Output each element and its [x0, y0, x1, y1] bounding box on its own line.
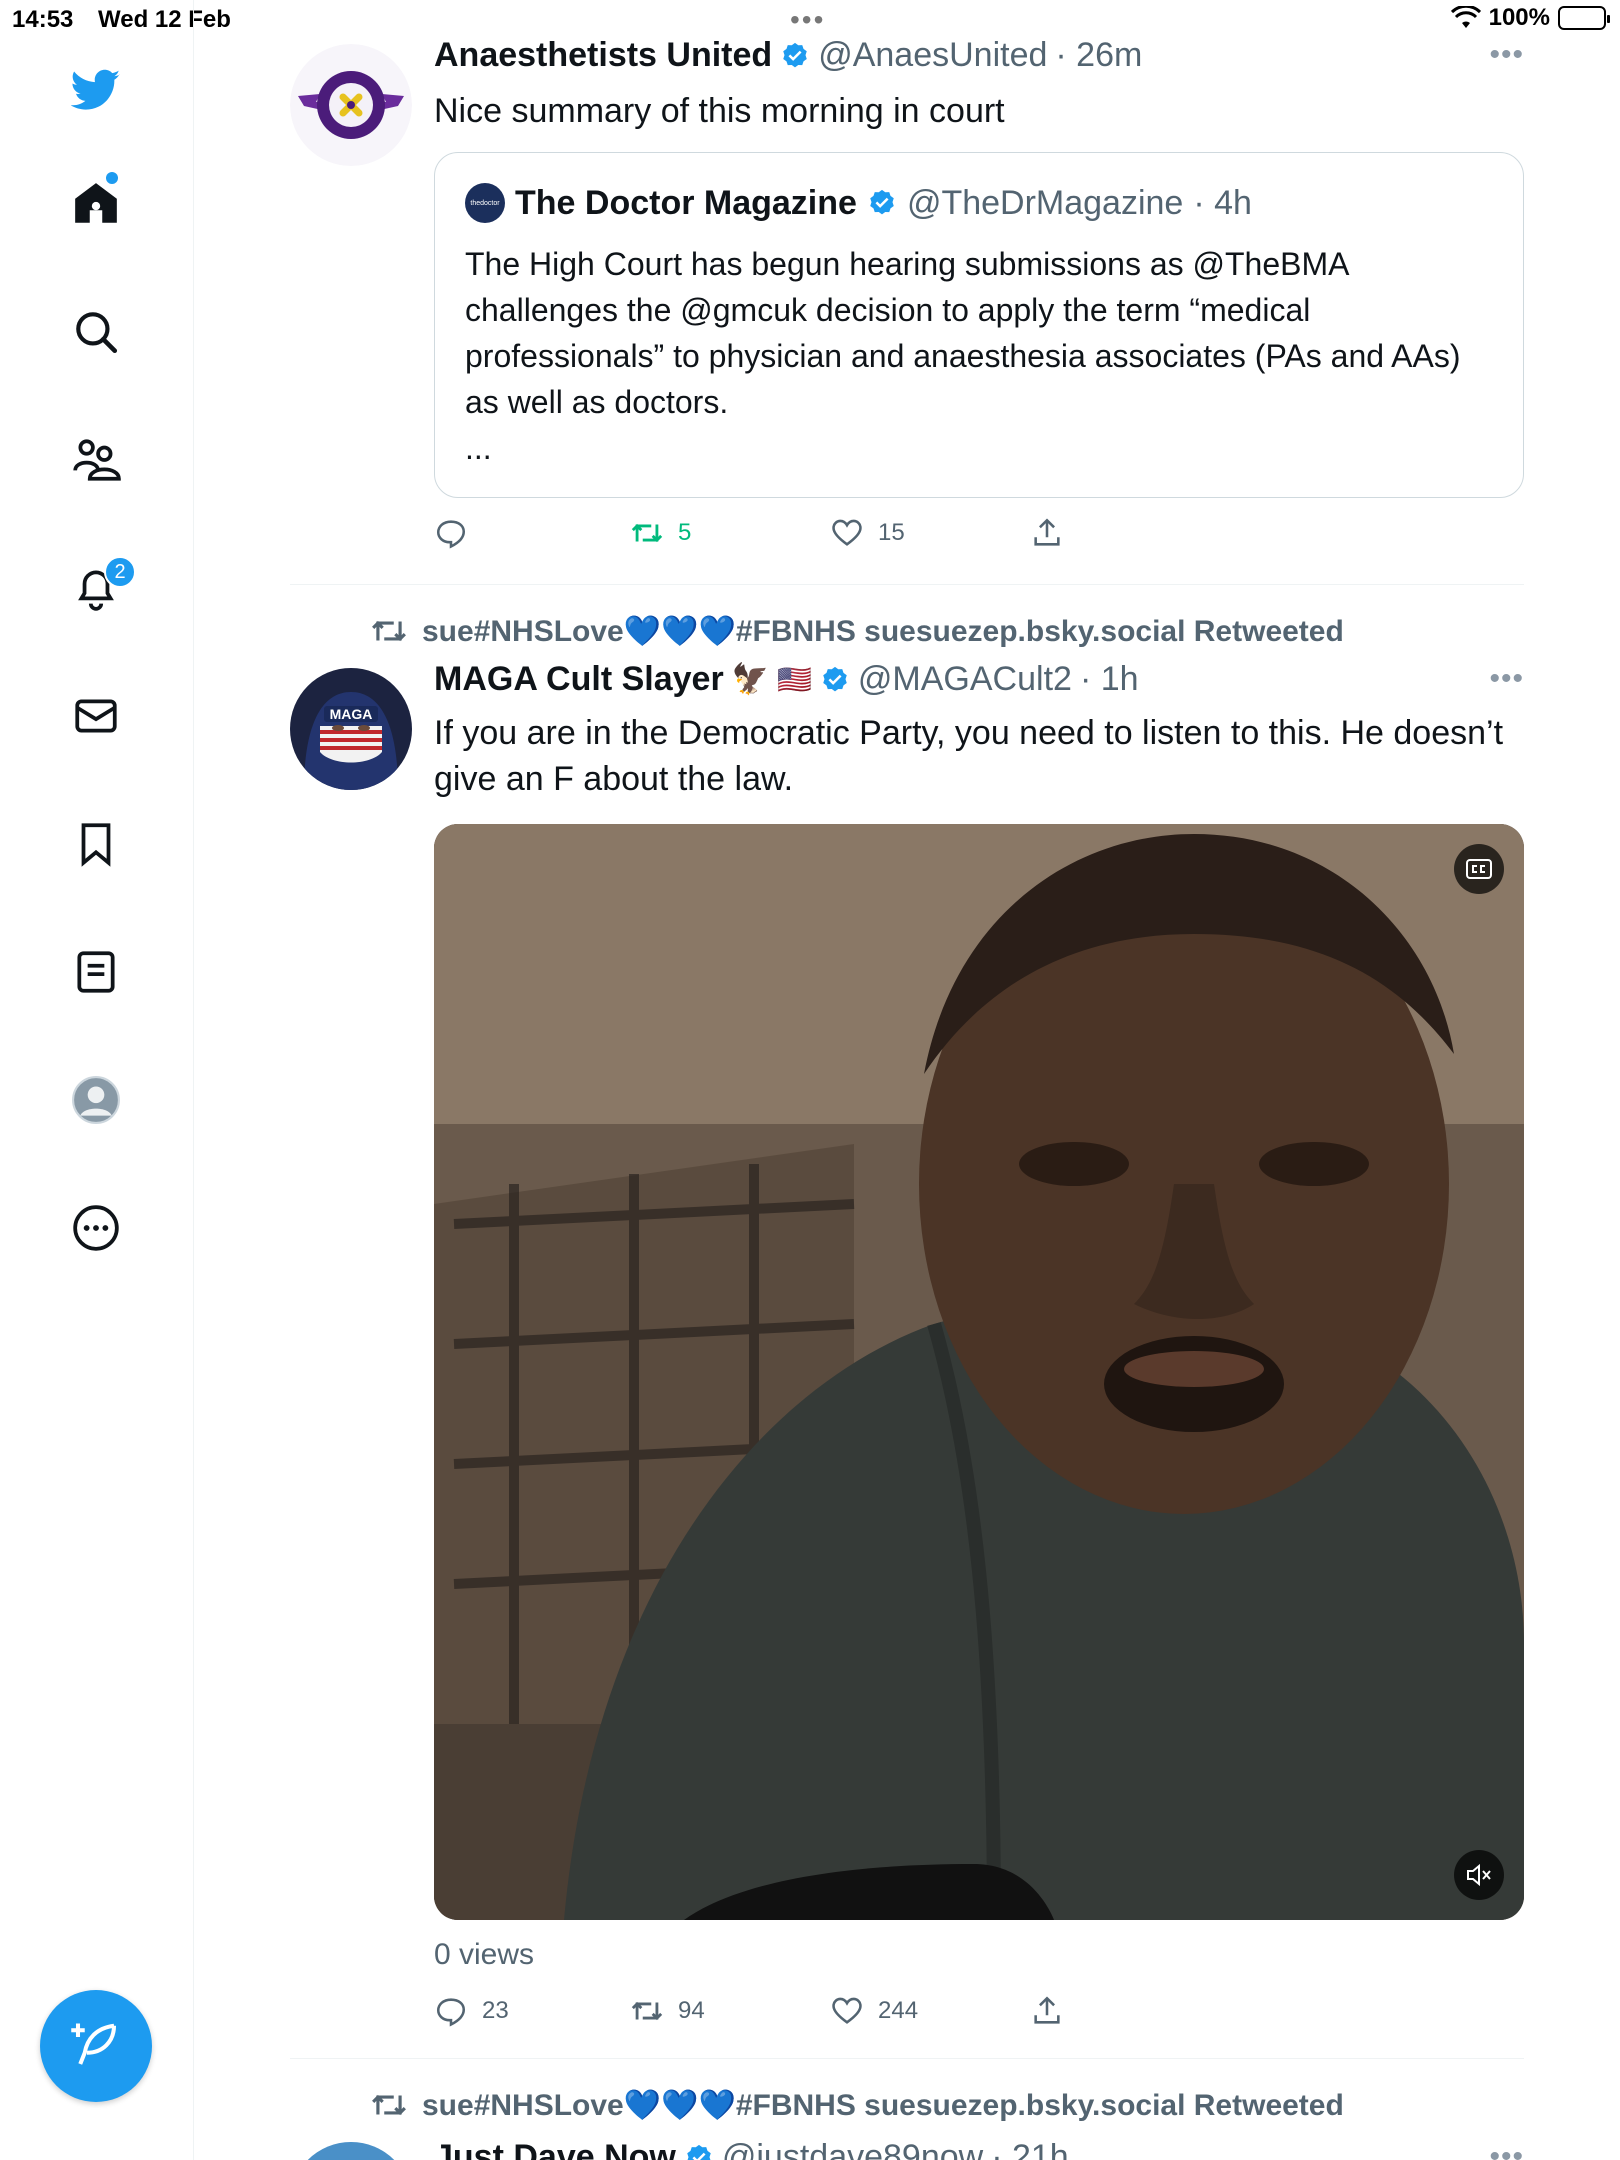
battery-icon [1558, 6, 1610, 30]
tweet-time[interactable]: · 26m [1055, 36, 1142, 75]
author-name[interactable]: Just Dave Now [434, 2138, 676, 2160]
muted-speaker-icon [1467, 1863, 1491, 1887]
retweeted-label: #FBNHS suesuezep.bsky.social Retweeted [735, 614, 1344, 648]
like-button[interactable]: 244 [830, 1994, 918, 2028]
quoted-tweet-time: · 4h [1193, 183, 1252, 222]
author-name[interactable]: Anaesthetists United [434, 36, 772, 75]
compose-tweet-button[interactable] [40, 1990, 152, 2102]
retweeted-by-line[interactable]: sue#NHSLove💙💙💙#FBNHS suesuezep.bsky.soci… [370, 612, 1344, 650]
reply-icon [436, 1998, 466, 2027]
tweet-divider [290, 584, 1524, 585]
notifications-badge: 2 [104, 556, 136, 588]
retweet-count: 94 [678, 1997, 705, 2024]
retweeted-by-line[interactable]: sue#NHSLove💙💙💙#FBNHS suesuezep.bsky.soci… [370, 2086, 1344, 2124]
messages-icon[interactable] [66, 686, 126, 746]
verified-badge-icon [783, 42, 807, 67]
verified-badge-icon [687, 2144, 711, 2160]
retweet-indicator-icon [372, 620, 406, 642]
verified-badge-icon [823, 666, 847, 691]
reply-button[interactable] [434, 516, 482, 550]
video-view-count: 0 views [434, 1938, 535, 1971]
blue-heart-emoji-icon: 💙💙💙 [623, 2088, 736, 2122]
retweet-button[interactable]: 94 [630, 1994, 705, 2028]
video-player[interactable] [434, 824, 1524, 1920]
tweet-maga-cult-slayer[interactable]: sue#NHSLove💙💙💙#FBNHS suesuezep.bsky.soci… [290, 586, 1524, 2060]
share-icon [1034, 1996, 1060, 2024]
bookmarks-icon[interactable] [66, 814, 126, 874]
tweet-time[interactable]: · 21h [991, 2138, 1069, 2160]
heart-icon [832, 519, 862, 546]
lists-icon[interactable] [66, 942, 126, 1002]
avatar-the-doctor-magazine[interactable]: thedoctor [465, 183, 505, 223]
tweet-header: MAGA Cult Slayer 🦅 🇺🇸 @MAGACult2 · 1h [434, 660, 1139, 699]
tweet-divider [290, 2058, 1524, 2059]
retweet-button[interactable]: 5 [630, 516, 691, 550]
reply-icon [436, 520, 466, 549]
tweet-more-options-icon[interactable]: ••• [1489, 2140, 1524, 2160]
like-count: 15 [878, 519, 905, 546]
more-icon[interactable] [66, 1198, 126, 1258]
author-handle[interactable]: @MAGACult2 [858, 660, 1072, 699]
author-handle[interactable]: @AnaesUnited [818, 36, 1047, 75]
retweet-indicator-icon [372, 2094, 406, 2116]
avatar-maga-text: MAGA [330, 706, 373, 722]
avatar-anaesthetists-united[interactable] [290, 44, 412, 166]
communities-icon[interactable] [66, 430, 126, 490]
home-icon[interactable] [66, 174, 126, 234]
share-button[interactable] [1030, 516, 1064, 550]
closed-captions-button[interactable] [1454, 844, 1504, 894]
quoted-author-handle: @TheDrMagazine [906, 183, 1184, 222]
quoted-tweet-header: thedoctor The Doctor Magazine @TheDrMaga… [465, 183, 1252, 223]
like-count: 244 [878, 1997, 919, 2024]
retweeted-label: #FBNHS suesuezep.bsky.social Retweeted [735, 2088, 1344, 2122]
reply-count: 23 [482, 1997, 509, 2024]
eagle-emoji-icon: 🦅 [731, 663, 770, 696]
tweet-more-options-icon[interactable]: ••• [1489, 662, 1524, 696]
heart-icon [832, 1997, 862, 2024]
search-icon[interactable] [66, 302, 126, 362]
profile-icon[interactable] [66, 1070, 126, 1130]
compose-feather-icon [71, 2023, 117, 2065]
quoted-author-name[interactable]: The Doctor Magazine [515, 184, 857, 223]
tweet-text: If you are in the Democratic Party, you … [434, 714, 1504, 798]
like-button[interactable]: 15 [830, 516, 905, 550]
tweet-time[interactable]: · 1h [1080, 660, 1139, 699]
retweeter-name: sue#NHSLove [422, 614, 624, 648]
twitter-logo-icon[interactable] [66, 60, 126, 120]
tweet-actions: 5 15 [434, 516, 1094, 556]
avatar-just-dave-now[interactable] [290, 2142, 412, 2160]
verified-badge-icon [870, 189, 894, 215]
tweet-header: Anaesthetists United @AnaesUnited · 26m [434, 36, 1142, 75]
author-name[interactable]: MAGA Cult Slayer [434, 660, 724, 699]
retweet-count: 5 [678, 519, 692, 546]
quoted-tweet-body: The High Court has begun hearing submiss… [465, 246, 1461, 420]
retweeter-name: sue#NHSLove [422, 2088, 624, 2122]
quoted-tweet-ellipsis: ... [465, 430, 492, 466]
quoted-tweet-text: The High Court has begun hearing submiss… [465, 241, 1495, 471]
reply-button[interactable]: 23 [434, 1994, 509, 2028]
home-unread-dot [106, 172, 118, 184]
share-button[interactable] [1030, 1994, 1064, 2028]
tweet-anaesthetists-united[interactable]: Anaesthetists United @AnaesUnited · 26m … [290, 0, 1524, 586]
video-frame-image [434, 824, 1524, 1920]
tweet-actions: 23 94 244 [434, 1994, 1094, 2034]
tweet-more-options-icon[interactable]: ••• [1489, 38, 1524, 72]
share-icon [1034, 518, 1060, 546]
us-flag-emoji-icon: 🇺🇸 [777, 664, 812, 695]
tweet-just-dave-now[interactable]: sue#NHSLove💙💙💙#FBNHS suesuezep.bsky.soci… [290, 2060, 1524, 2160]
tweet-text: Nice summary of this morning in court [434, 92, 1005, 130]
unmute-button[interactable] [1454, 1850, 1504, 1900]
blue-heart-emoji-icon: 💙💙💙 [623, 614, 736, 648]
retweet-icon [631, 2001, 663, 2021]
retweet-icon [631, 523, 663, 543]
tweet-header: Just Dave Now @justdave89now · 21h [434, 2138, 1069, 2160]
quoted-tweet[interactable]: thedoctor The Doctor Magazine @TheDrMaga… [434, 152, 1524, 498]
avatar-maga-cult-slayer[interactable]: MAGA [290, 668, 412, 790]
sidebar: 2 [0, 0, 194, 2160]
author-handle[interactable]: @justdave89now [722, 2138, 983, 2160]
closed-captions-icon [1466, 859, 1492, 879]
